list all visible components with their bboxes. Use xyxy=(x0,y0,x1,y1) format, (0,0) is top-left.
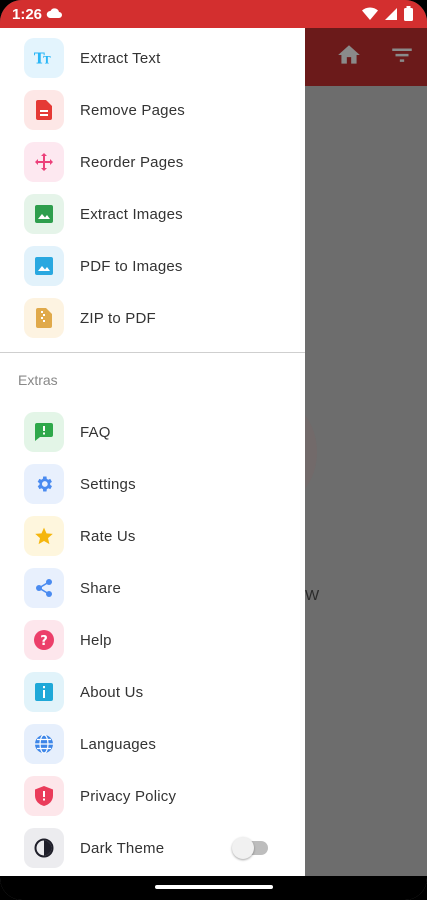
wifi-icon xyxy=(362,6,378,26)
drawer-item-dark-theme[interactable]: Dark Theme xyxy=(0,822,305,874)
drawer-item-label: PDF to Images xyxy=(80,257,183,275)
status-bar: 1:26 xyxy=(0,0,427,28)
navigation-drawer: TT Extract Text Remove Pages Reorder Pag… xyxy=(0,28,305,876)
drawer-item-label: Help xyxy=(80,631,112,649)
drawer-item-faq[interactable]: FAQ xyxy=(0,406,305,458)
drawer-item-privacy-policy[interactable]: Privacy Policy xyxy=(0,770,305,822)
drawer-item-extract-images[interactable]: Extract Images xyxy=(0,188,305,240)
drawer-item-pdf-to-images[interactable]: PDF to Images xyxy=(0,240,305,292)
drawer-item-help[interactable]: ? Help xyxy=(0,614,305,666)
shield-icon xyxy=(24,776,64,816)
file-remove-icon xyxy=(24,90,64,130)
drawer-item-label: Languages xyxy=(80,735,157,753)
toggle-knob xyxy=(232,837,254,859)
drawer-item-label: Extract Text xyxy=(80,49,161,67)
drawer-item-zip-to-pdf[interactable]: ZIP to PDF xyxy=(0,292,305,344)
drawer-item-label: ZIP to PDF xyxy=(80,309,156,327)
drawer-item-label: Extract Images xyxy=(80,205,183,223)
background-text: W xyxy=(305,587,320,604)
section-title-extras: Extras xyxy=(18,372,58,388)
dark-theme-toggle[interactable] xyxy=(232,837,268,859)
drawer-item-label: Remove Pages xyxy=(80,101,185,119)
gear-icon xyxy=(24,464,64,504)
drawer-item-remove-pages[interactable]: Remove Pages xyxy=(0,84,305,136)
globe-icon xyxy=(24,724,64,764)
drawer-item-settings[interactable]: Settings xyxy=(0,458,305,510)
drawer-item-label: Dark Theme xyxy=(80,839,165,857)
move-arrows-icon xyxy=(24,142,64,182)
drawer-item-share[interactable]: Share xyxy=(0,562,305,614)
help-circle-icon: ? xyxy=(24,620,64,660)
drawer-item-label: Settings xyxy=(80,475,136,493)
cloud-icon xyxy=(46,6,62,24)
home-gesture-handle[interactable] xyxy=(155,885,273,889)
text-format-icon: TT xyxy=(24,38,64,78)
signal-icon xyxy=(384,7,398,26)
image-icon xyxy=(24,194,64,234)
filter-icon[interactable] xyxy=(388,42,416,73)
drawer-divider xyxy=(0,352,305,353)
drawer-item-label: FAQ xyxy=(80,423,111,441)
drawer-item-label: About Us xyxy=(80,683,144,701)
share-icon xyxy=(24,568,64,608)
drawer-item-label: Share xyxy=(80,579,122,597)
svg-text:?: ? xyxy=(40,634,48,649)
drawer-item-extract-text[interactable]: TT Extract Text xyxy=(0,32,305,84)
faq-chat-icon xyxy=(24,412,64,452)
svg-text:T: T xyxy=(43,56,51,67)
drawer-item-label: Reorder Pages xyxy=(80,153,184,171)
drawer-item-label: Privacy Policy xyxy=(80,787,177,805)
home-icon[interactable] xyxy=(336,42,362,73)
photo-icon xyxy=(24,246,64,286)
system-nav-bar xyxy=(0,876,427,900)
screen: 1:26 W TT Extract Text Remove Pages Reor… xyxy=(0,0,427,900)
contrast-icon xyxy=(24,828,64,868)
battery-icon xyxy=(404,6,413,26)
zip-file-icon xyxy=(24,298,64,338)
status-time: 1:26 xyxy=(12,6,43,23)
drawer-item-about-us[interactable]: About Us xyxy=(0,666,305,718)
drawer-item-label: Rate Us xyxy=(80,527,136,545)
drawer-item-languages[interactable]: Languages xyxy=(0,718,305,770)
star-icon xyxy=(24,516,64,556)
status-icons xyxy=(362,6,413,26)
info-icon xyxy=(24,672,64,712)
drawer-item-reorder-pages[interactable]: Reorder Pages xyxy=(0,136,305,188)
drawer-item-rate-us[interactable]: Rate Us xyxy=(0,510,305,562)
